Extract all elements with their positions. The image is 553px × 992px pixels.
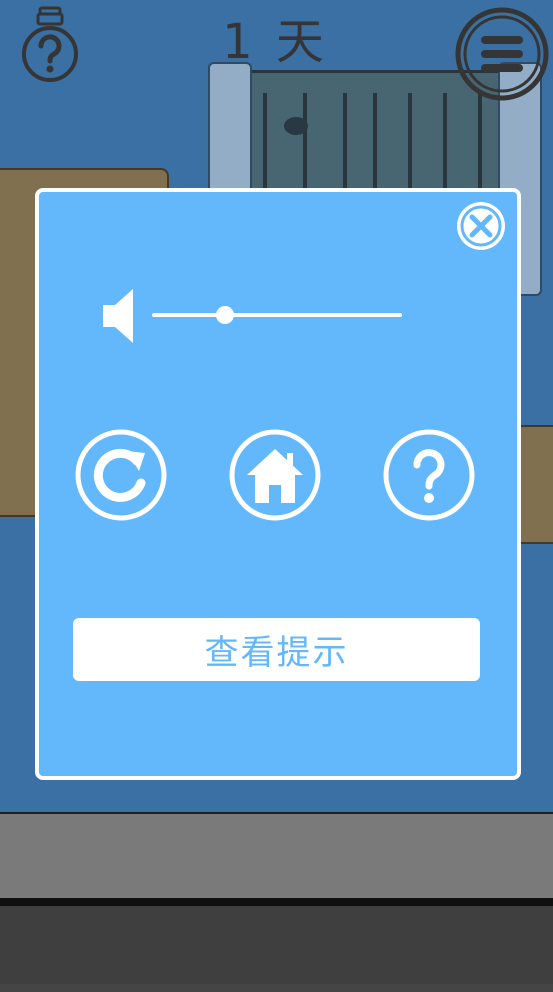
question-icon[interactable] — [383, 429, 475, 521]
home-icon[interactable] — [229, 429, 321, 521]
volume-slider-thumb[interactable] — [215, 306, 234, 324]
speaker-icon[interactable] — [101, 287, 141, 345]
view-hint-button[interactable]: 查看提示 — [73, 618, 480, 681]
volume-slider-track[interactable] — [152, 313, 402, 317]
restart-icon[interactable] — [75, 429, 167, 521]
close-icon[interactable] — [455, 200, 507, 252]
